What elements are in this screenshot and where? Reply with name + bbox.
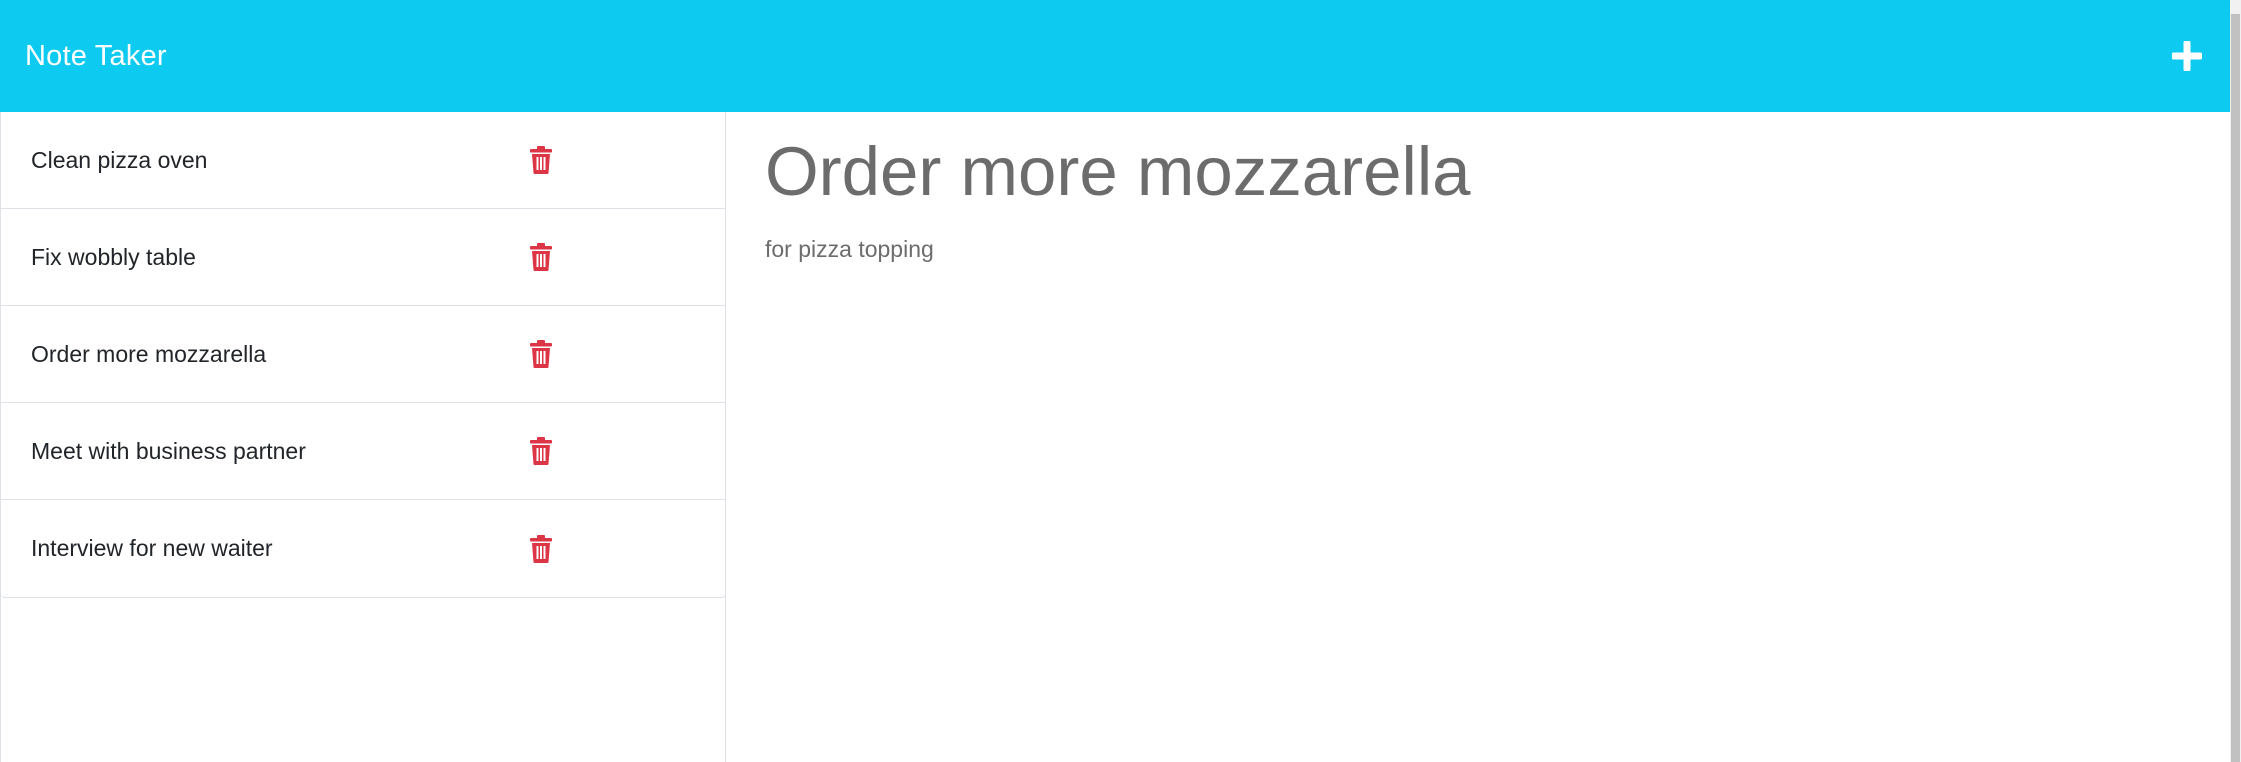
scrollbar-thumb[interactable] bbox=[2231, 14, 2240, 762]
note-list-title: Meet with business partner bbox=[31, 437, 306, 464]
plus-icon bbox=[2172, 41, 2202, 71]
trash-icon[interactable] bbox=[529, 534, 553, 563]
list-item[interactable]: Fix wobbly table bbox=[1, 209, 725, 306]
brand-title: Note Taker bbox=[25, 39, 167, 72]
scrollbar[interactable] bbox=[2230, 0, 2241, 762]
trash-icon[interactable] bbox=[529, 146, 553, 174]
note-list-title: Fix wobbly table bbox=[31, 243, 196, 270]
note-text-display[interactable]: for pizza topping bbox=[765, 236, 934, 263]
list-item[interactable]: Interview for new waiter bbox=[1, 500, 725, 597]
note-list: Clean pizza oven Fix wobbly table Order … bbox=[1, 112, 726, 598]
trash-icon[interactable] bbox=[529, 243, 553, 271]
note-list-column: Clean pizza oven Fix wobbly table Order … bbox=[0, 112, 726, 762]
list-item[interactable]: Clean pizza oven bbox=[1, 112, 725, 209]
note-list-title: Interview for new waiter bbox=[31, 535, 273, 561]
note-title-display[interactable]: Order more mozzarella bbox=[765, 132, 1471, 211]
note-list-title: Clean pizza oven bbox=[31, 146, 208, 173]
list-item[interactable]: Meet with business partner bbox=[1, 403, 725, 500]
new-note-button[interactable] bbox=[2168, 37, 2206, 75]
trash-icon[interactable] bbox=[529, 340, 553, 368]
list-item[interactable]: Order more mozzarella bbox=[1, 306, 725, 403]
trash-icon[interactable] bbox=[529, 437, 553, 465]
note-list-title: Order more mozzarella bbox=[31, 340, 267, 367]
navbar: Note Taker bbox=[0, 0, 2230, 112]
note-taker-page: Note Taker Clean pizza oven Fix wobbly t… bbox=[0, 0, 2241, 762]
note-editor: Order more mozzarella for pizza topping bbox=[727, 112, 2230, 762]
